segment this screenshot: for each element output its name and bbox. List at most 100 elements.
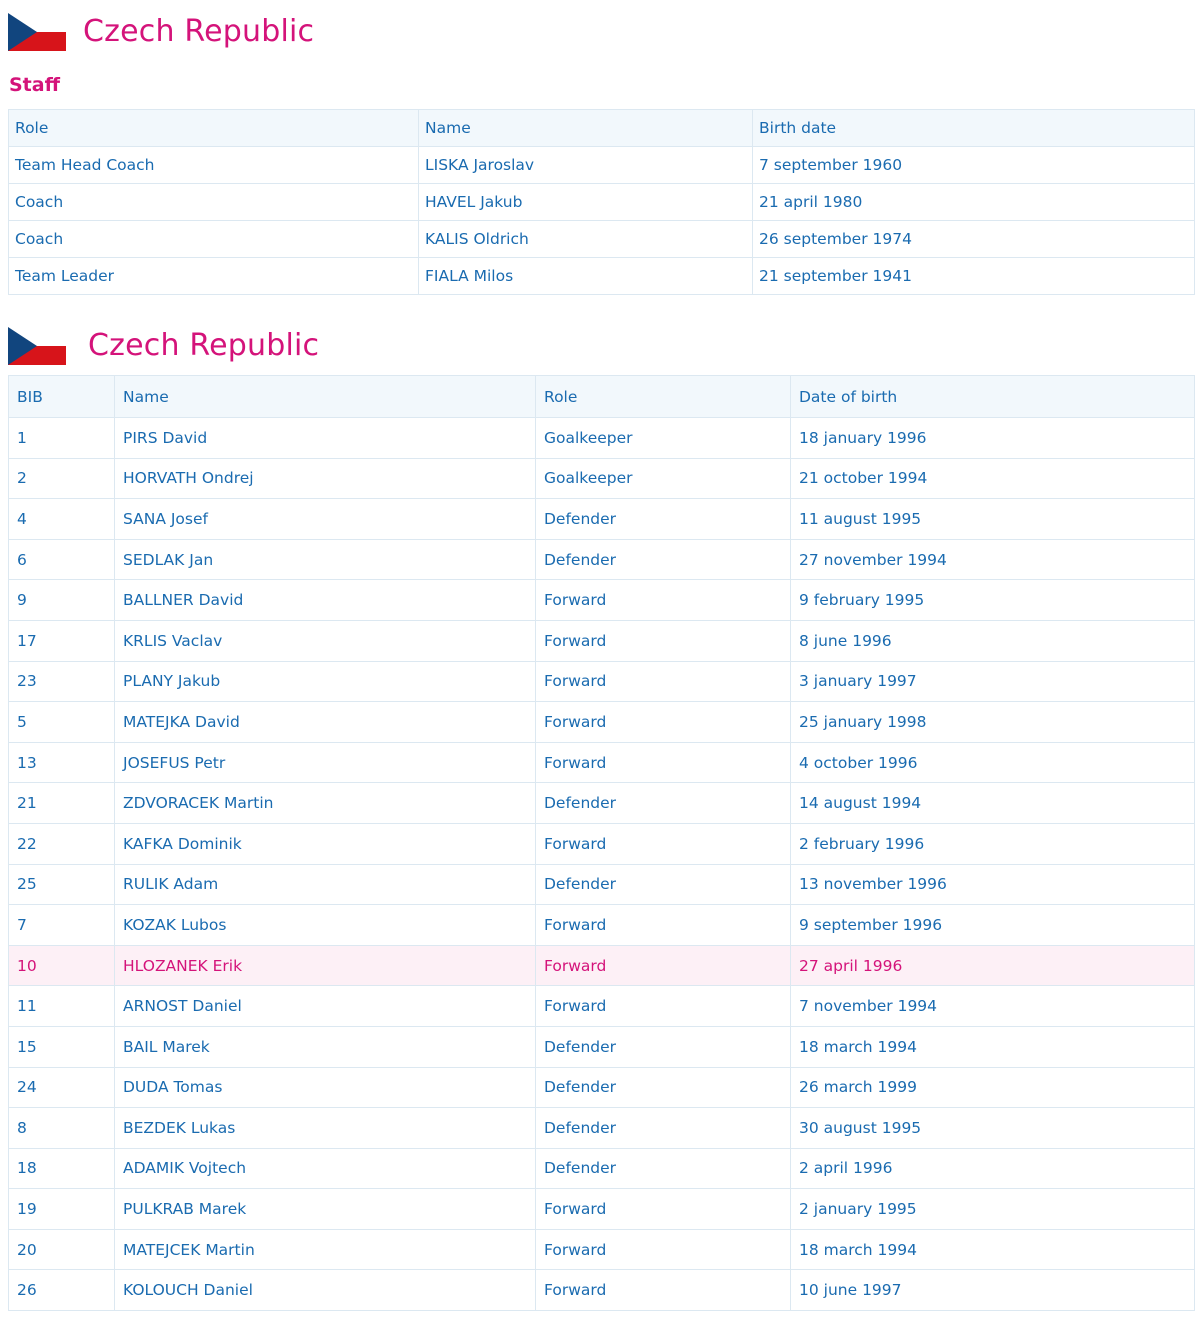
cell-bib: 18 <box>8 1147 115 1190</box>
player-row: 18 ADAMIK Vojtech Defender 2 april 1996 <box>8 1147 1195 1190</box>
cell-name: RULIK Adam <box>114 863 536 906</box>
cell-date-of-birth: 13 november 1996 <box>790 863 1195 906</box>
column-header-bib: BIB <box>8 375 115 418</box>
cell-name: PULKRAB Marek <box>114 1188 536 1230</box>
player-row: 15 BAIL Marek Defender 18 march 1994 <box>8 1025 1195 1068</box>
staff-heading: Staff <box>9 74 60 96</box>
czech-flag-icon <box>8 13 66 51</box>
player-row: 25 RULIK Adam Defender 13 november 1996 <box>8 863 1195 906</box>
cell-bib: 6 <box>8 538 115 581</box>
cell-name: MATEJKA David <box>114 701 536 743</box>
cell-name: SEDLAK Jan <box>114 538 536 581</box>
cell-date-of-birth: 9 february 1995 <box>790 579 1195 621</box>
cell-date-of-birth: 14 august 1994 <box>790 782 1195 824</box>
cell-bib: 1 <box>8 417 115 459</box>
column-header-name: Name <box>418 109 753 147</box>
player-row: 6 SEDLAK Jan Defender 27 november 1994 <box>8 538 1195 581</box>
cell-role: Defender <box>535 1066 791 1109</box>
cell-date-of-birth: 10 june 1997 <box>790 1269 1195 1312</box>
player-row: 19 PULKRAB Marek Forward 2 january 1995 <box>8 1188 1195 1230</box>
cell-bib: 17 <box>8 619 115 662</box>
cell-date-of-birth: 18 march 1994 <box>790 1228 1195 1271</box>
cell-date-of-birth: 30 august 1995 <box>790 1107 1195 1149</box>
player-row: 5 MATEJKA David Forward 25 january 1998 <box>8 701 1195 743</box>
player-row: 26 KOLOUCH Daniel Forward 10 june 1997 <box>8 1269 1195 1312</box>
cell-name: HLOZANEK Erik <box>114 944 536 987</box>
player-row: 1 PIRS David Goalkeeper 18 january 1996 <box>8 417 1195 459</box>
page: Czech Republic Staff Role Name Birth date … <box>0 0 1200 1322</box>
cell-name: LISKA Jaroslav <box>418 146 753 184</box>
staff-table: Role Name Birth date Team Head Coach LISKA … <box>8 109 1195 295</box>
cell-date-of-birth: 3 january 1997 <box>790 660 1195 703</box>
cell-bib: 7 <box>8 904 115 946</box>
cell-name: JOSEFUS Petr <box>114 741 536 784</box>
cell-birth-date: 26 september 1974 <box>752 220 1195 258</box>
cell-name: SANA Josef <box>114 498 536 540</box>
player-row: 7 KOZAK Lubos Forward 9 september 1996 <box>8 904 1195 946</box>
players-header-row: BIB Name Role Date of birth <box>8 375 1195 418</box>
cell-role: Defender <box>535 498 791 540</box>
cell-role: Forward <box>535 579 791 621</box>
cell-bib: 5 <box>8 701 115 743</box>
column-header-role: Role <box>8 109 419 147</box>
player-row: 2 HORVATH Ondrej Goalkeeper 21 october 1994 <box>8 457 1195 500</box>
cell-role: Goalkeeper <box>535 457 791 500</box>
column-header-birth-date: Birth date <box>752 109 1195 147</box>
cell-role: Forward <box>535 701 791 743</box>
player-row: 13 JOSEFUS Petr Forward 4 october 1996 <box>8 741 1195 784</box>
cell-bib: 22 <box>8 822 115 865</box>
cell-name: PLANY Jakub <box>114 660 536 703</box>
cell-name: KOZAK Lubos <box>114 904 536 946</box>
cell-role: Team Head Coach <box>8 146 419 184</box>
cell-date-of-birth: 27 april 1996 <box>790 944 1195 987</box>
cell-name: PIRS David <box>114 417 536 459</box>
cell-date-of-birth: 21 october 1994 <box>790 457 1195 500</box>
cell-bib: 19 <box>8 1188 115 1230</box>
cell-name: KRLIS Vaclav <box>114 619 536 662</box>
cell-date-of-birth: 11 august 1995 <box>790 498 1195 540</box>
staff-table-body: Team Head Coach LISKA Jaroslav 7 september… <box>8 146 1195 295</box>
staff-row: Team Leader FIALA Milos 21 september 1941 <box>8 257 1195 295</box>
cell-role: Forward <box>535 904 791 946</box>
cell-bib: 2 <box>8 457 115 500</box>
cell-role: Defender <box>535 782 791 824</box>
cell-bib: 10 <box>8 944 115 987</box>
cell-name: ZDVORACEK Martin <box>114 782 536 824</box>
players-table: BIB Name Role Date of birth 1 PIRS David Goal… <box>8 375 1195 1312</box>
player-row: 20 MATEJCEK Martin Forward 18 march 1994 <box>8 1228 1195 1271</box>
player-row: 9 BALLNER David Forward 9 february 1995 <box>8 579 1195 621</box>
player-row: 10 HLOZANEK Erik Forward 27 april 1996 <box>8 944 1195 987</box>
cell-birth-date: 21 april 1980 <box>752 183 1195 221</box>
staff-team-title: Czech Republic <box>83 14 315 49</box>
cell-role: Defender <box>535 538 791 581</box>
player-row: 4 SANA Josef Defender 11 august 1995 <box>8 498 1195 540</box>
cell-date-of-birth: 8 june 1996 <box>790 619 1195 662</box>
cell-name: HAVEL Jakub <box>418 183 753 221</box>
cell-role: Coach <box>8 220 419 258</box>
cell-name: KOLOUCH Daniel <box>114 1269 536 1312</box>
cell-role: Defender <box>535 863 791 906</box>
cell-date-of-birth: 2 january 1995 <box>790 1188 1195 1230</box>
cell-name: ARNOST Daniel <box>114 985 536 1027</box>
staff-team-header: Czech Republic <box>8 13 314 51</box>
staff-header-row: Role Name Birth date <box>8 109 1195 147</box>
column-header-role: Role <box>535 375 791 418</box>
cell-name: HORVATH Ondrej <box>114 457 536 500</box>
cell-role: Forward <box>535 944 791 987</box>
player-row: 8 BEZDEK Lukas Defender 30 august 1995 <box>8 1107 1195 1149</box>
cell-role: Forward <box>535 619 791 662</box>
players-team-header: Czech Republic <box>8 327 319 365</box>
player-row: 24 DUDA Tomas Defender 26 march 1999 <box>8 1066 1195 1109</box>
cell-bib: 21 <box>8 782 115 824</box>
cell-date-of-birth: 7 november 1994 <box>790 985 1195 1027</box>
cell-role: Defender <box>535 1025 791 1068</box>
cell-bib: 8 <box>8 1107 115 1149</box>
cell-name: KAFKA Dominik <box>114 822 536 865</box>
czech-flag-icon <box>8 327 66 365</box>
cell-date-of-birth: 2 april 1996 <box>790 1147 1195 1190</box>
cell-bib: 23 <box>8 660 115 703</box>
cell-role: Team Leader <box>8 257 419 295</box>
cell-bib: 4 <box>8 498 115 540</box>
cell-name: BEZDEK Lukas <box>114 1107 536 1149</box>
cell-role: Coach <box>8 183 419 221</box>
